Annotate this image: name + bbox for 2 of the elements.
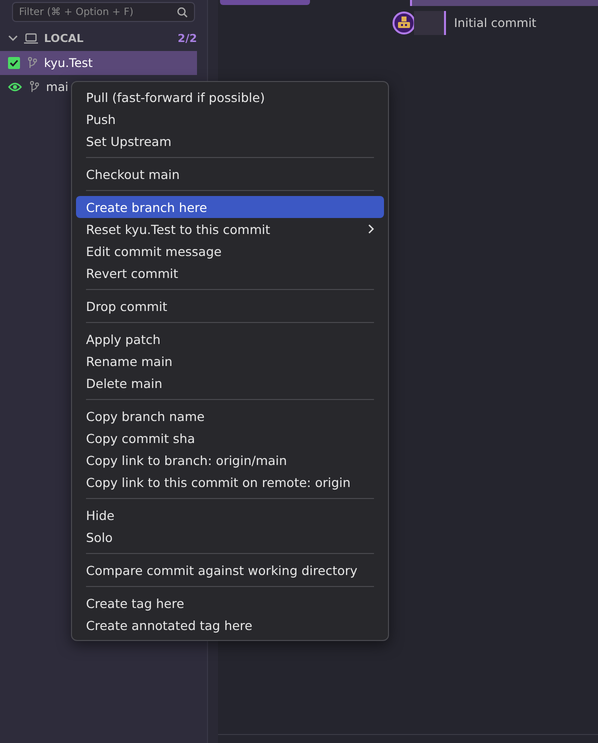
section-title: LOCAL (44, 32, 85, 44)
branch-count: 2/2 (178, 32, 197, 44)
